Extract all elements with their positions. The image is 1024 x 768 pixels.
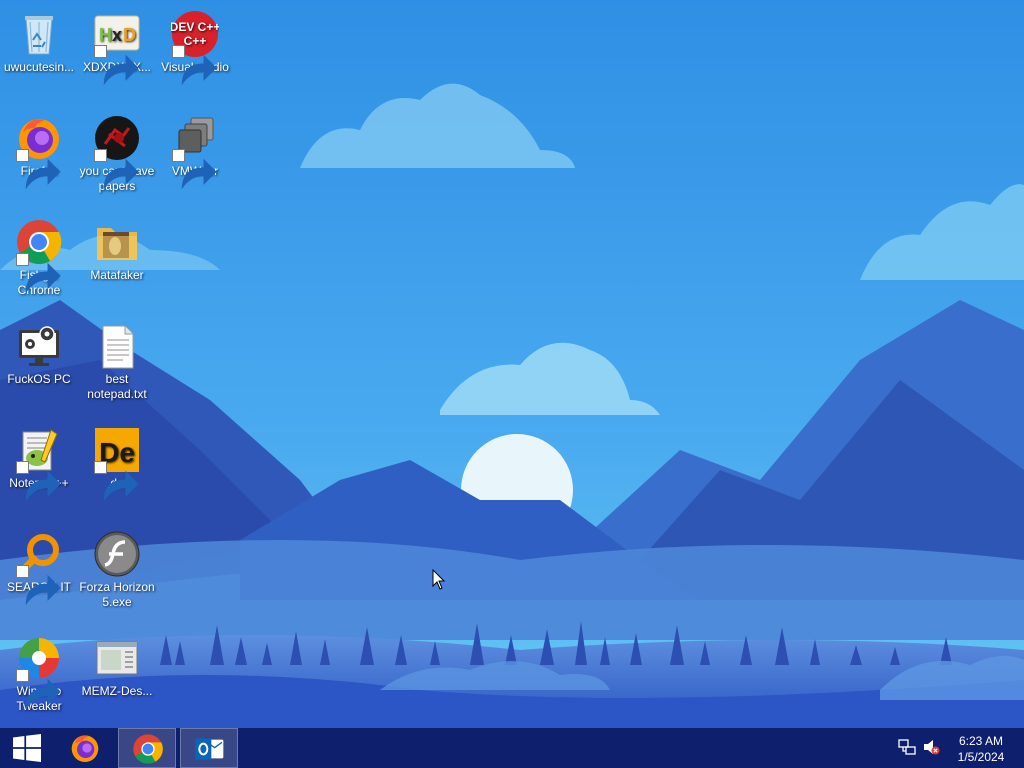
taskbar-chrome-button[interactable]	[118, 728, 176, 768]
desktop-icon-search-it[interactable]: SEARCH IT	[0, 524, 78, 606]
start-button[interactable]	[0, 728, 54, 768]
shortcut-arrow-icon	[94, 149, 139, 190]
desktop-icon-memz[interactable]: MEMZ-Des...	[78, 628, 156, 699]
taskbar-firefox-button[interactable]	[56, 728, 114, 768]
flash-icon	[94, 531, 140, 577]
desktop-icon-winaero-tweaker[interactable]: Winaero Tweaker	[0, 628, 78, 714]
network-icon[interactable]	[898, 738, 916, 756]
desktop-icon-vmware[interactable]: VMWaer	[156, 108, 234, 190]
chrome-icon	[133, 734, 163, 764]
desktop-icon-label: MEMZ-Des...	[81, 684, 153, 698]
mouse-cursor-icon	[432, 569, 446, 590]
clock-time: 6:23 AM	[958, 734, 1004, 748]
firefox-icon	[71, 735, 99, 762]
desktop-icon-recycle-bin[interactable]: uwucutesin...	[0, 4, 78, 75]
desktop-icon-text-file[interactable]: best notepad.txt	[78, 316, 156, 402]
taskbar-outlook-button[interactable]	[180, 728, 238, 768]
folder-icon	[97, 228, 137, 260]
shortcut-arrow-icon	[16, 149, 61, 190]
desktop-icon-this-pc[interactable]: FuckOS PC	[0, 316, 78, 387]
text-file-icon	[102, 325, 134, 369]
desktop-icon-label: FuckOS PC	[7, 372, 71, 386]
dev-cpp-badge-text: DEV C++	[171, 20, 219, 34]
shortcut-arrow-icon	[16, 669, 61, 710]
desktop-icon-label: Forza Horizon 5.exe	[79, 580, 155, 609]
desktop-icon-papers[interactable]: you cant have papers	[78, 108, 156, 194]
shortcut-arrow-icon	[16, 565, 61, 606]
desktop-icon-label: best notepad.txt	[87, 372, 147, 401]
svg-text:x: x	[112, 25, 122, 45]
shortcut-arrow-icon	[172, 45, 217, 86]
outlook-icon	[195, 738, 224, 760]
memz-icon	[96, 641, 138, 675]
desktop-icon-matafaker[interactable]: Matafaker	[78, 212, 156, 283]
computer-icon	[19, 326, 59, 366]
desktop-icon-notepad-plus-plus[interactable]: Notepad++	[0, 420, 78, 502]
desktop-icon-label: uwucutesin...	[3, 60, 75, 74]
shortcut-arrow-icon	[94, 461, 139, 502]
clock-date: 1/5/2024	[957, 750, 1005, 764]
svg-text:D: D	[123, 25, 136, 45]
desktop-icon-hxd[interactable]: H x D XDXDXDX...	[78, 4, 156, 86]
shortcut-arrow-icon	[16, 253, 61, 294]
windows-logo-icon	[13, 734, 41, 762]
desktop-icon-forza-horizon[interactable]: Forza Horizon 5.exe	[78, 524, 156, 610]
desktop-icon-chrome[interactable]: Fishgle Chrome	[0, 212, 78, 298]
system-clock[interactable]: 6:23 AM 1/5/2024	[944, 733, 1018, 765]
desktop-icon-de[interactable]: De de	[78, 420, 156, 502]
shortcut-arrow-icon	[172, 149, 217, 190]
volume-muted-icon[interactable]	[922, 738, 940, 756]
desktop-icon-visual-studio[interactable]: DEV C++ C++ Visual studio	[156, 4, 234, 86]
shortcut-arrow-icon	[16, 461, 61, 502]
shortcut-arrow-icon	[94, 45, 139, 86]
recycle-bin-icon	[25, 16, 53, 55]
desktop-icon-firefox[interactable]: Firefox	[0, 108, 78, 190]
taskbar: 6:23 AM 1/5/2024	[0, 728, 1024, 768]
svg-text:H: H	[99, 25, 112, 45]
desktop-icon-label: Matafaker	[90, 268, 144, 282]
